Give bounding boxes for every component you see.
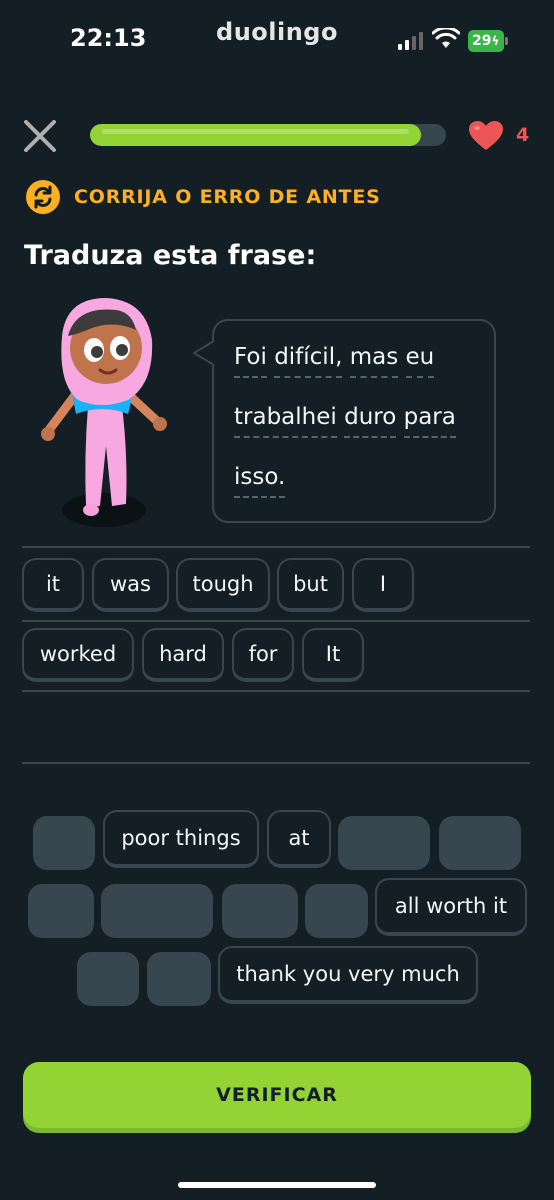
battery-nub <box>505 37 508 45</box>
answer-tile[interactable]: was <box>92 558 169 612</box>
answer-tile[interactable]: it <box>22 558 84 612</box>
speech-bubble-tail <box>193 340 216 366</box>
verify-button[interactable]: VERIFICAR <box>23 1062 531 1128</box>
cellular-signal-icon <box>398 32 426 50</box>
answer-tile[interactable]: for <box>232 628 294 682</box>
sentence-word[interactable]: mas <box>349 344 399 378</box>
previous-mistake-banner: CORRIJA O ERRO DE ANTES <box>74 186 381 208</box>
hearts-count: 4 <box>516 124 530 146</box>
character-illustration <box>41 298 167 527</box>
sentence-line-3: isso. <box>234 464 286 498</box>
sentence-line-2: trabalhei duro para <box>234 404 456 438</box>
sentence-word[interactable]: para <box>403 404 456 438</box>
heart-icon <box>469 121 503 150</box>
answer-line <box>22 620 530 622</box>
sentence-line-1: Foi difícil, mas eu <box>234 344 435 378</box>
progress-fill <box>90 124 422 146</box>
answer-line <box>22 690 530 692</box>
answer-tile[interactable]: hard <box>142 628 224 682</box>
sentence-word[interactable]: difícil, <box>274 344 343 378</box>
word-bank-slot-used <box>305 884 368 938</box>
word-bank-slot-used <box>147 952 211 1006</box>
word-bank-slot-used <box>222 884 298 938</box>
lesson-progress-bar <box>90 124 446 146</box>
word-bank-slot-used <box>101 884 213 938</box>
word-bank-slot-used <box>338 816 430 870</box>
word-bank-tile[interactable]: poor things <box>103 810 259 868</box>
word-bank-slot-used <box>77 952 139 1006</box>
exercise-prompt: Traduza esta frase: <box>24 240 317 271</box>
answer-line <box>22 762 530 764</box>
close-icon[interactable] <box>22 118 58 154</box>
word-bank-tile[interactable]: at <box>267 810 331 868</box>
sentence-word[interactable]: trabalhei <box>234 404 337 438</box>
word-bank-tile[interactable]: all worth it <box>375 878 527 936</box>
progress-shine <box>102 129 410 134</box>
home-indicator <box>178 1182 376 1188</box>
answer-tile[interactable]: I <box>352 558 414 612</box>
word-bank-slot-used <box>28 884 94 938</box>
battery-indicator: 29ϟ <box>468 30 504 52</box>
answer-tile[interactable]: worked <box>22 628 134 682</box>
battery-level: 29 <box>472 33 492 49</box>
word-bank-slot-used <box>439 816 521 870</box>
answer-tile[interactable]: tough <box>176 558 270 612</box>
wifi-icon <box>432 28 460 48</box>
answer-tile[interactable]: but <box>277 558 344 612</box>
sentence-word[interactable]: isso. <box>234 464 286 498</box>
sentence-word[interactable]: Foi <box>234 344 267 378</box>
answer-line <box>22 546 530 548</box>
sentence-word[interactable]: eu <box>405 344 435 378</box>
word-bank-tile[interactable]: thank you very much <box>218 946 478 1004</box>
retry-icon <box>26 180 60 214</box>
sentence-word[interactable]: duro <box>344 404 397 438</box>
word-bank-slot-used <box>33 816 95 870</box>
answer-tile[interactable]: It <box>302 628 364 682</box>
